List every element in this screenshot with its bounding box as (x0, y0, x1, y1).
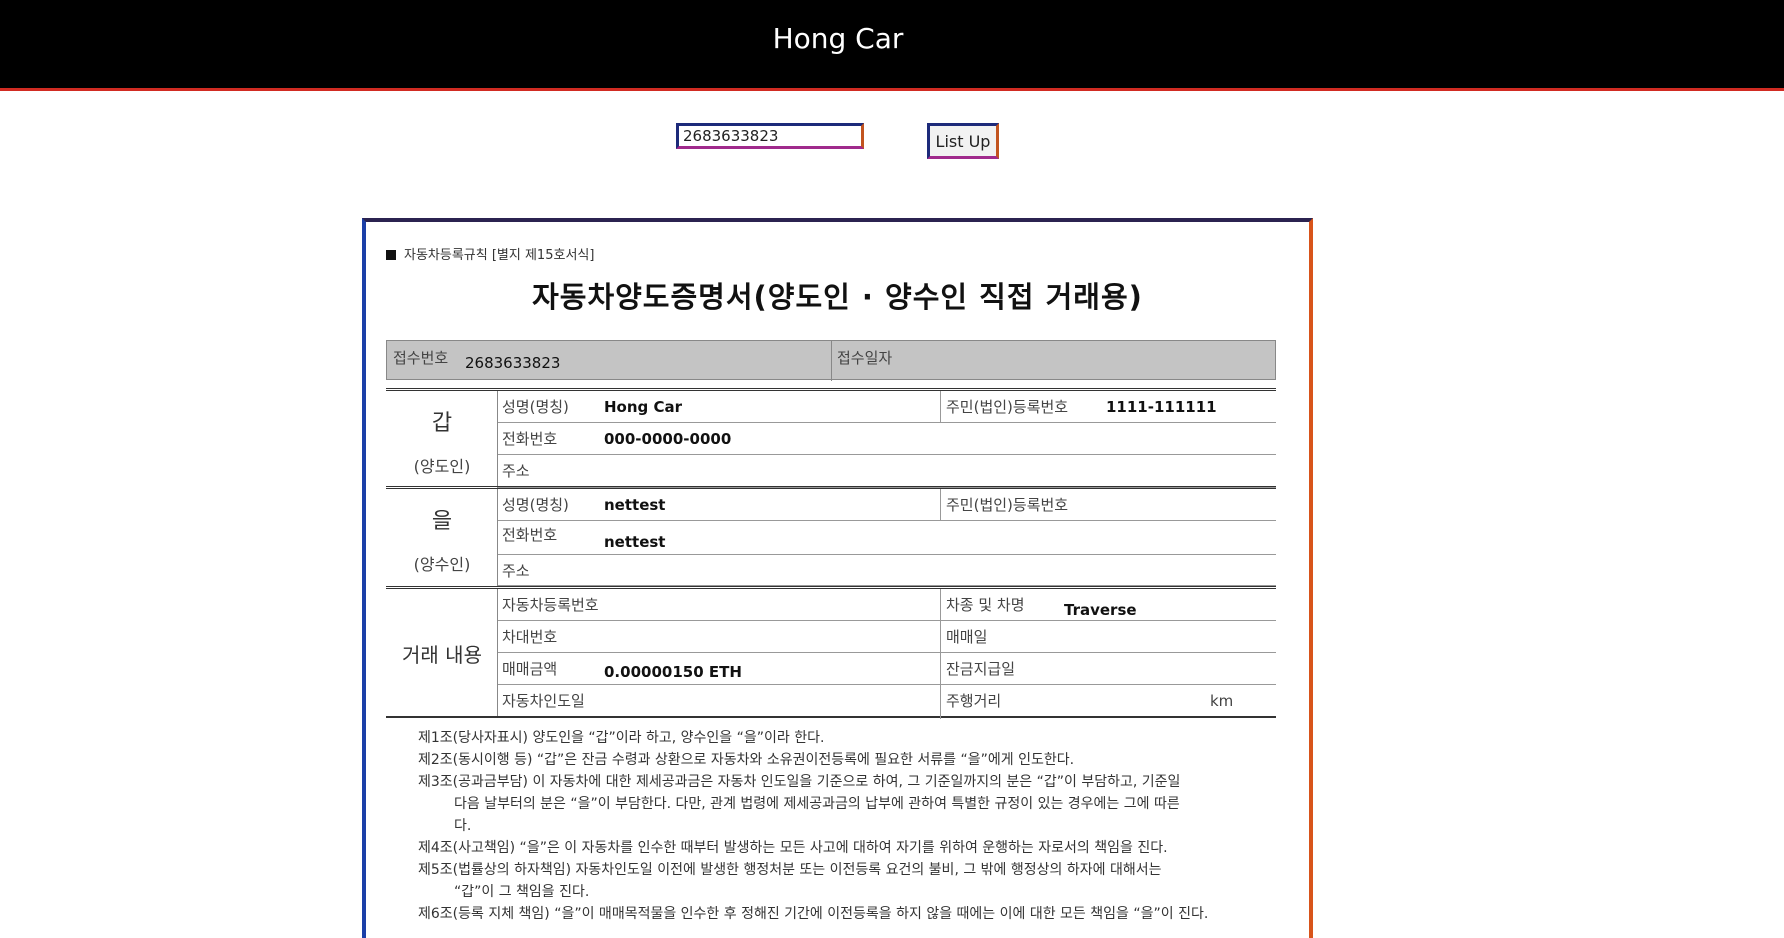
seller-name-value: Hong Car (604, 398, 683, 416)
seller-head: 갑 (양도인) (386, 391, 498, 488)
deal-head: 거래 내용 (386, 589, 498, 716)
transfer-certificate-document: 자동차등록규칙 [별지 제15호서식] 자동차양도증명서(양도인 · 양수인 직… (366, 222, 1309, 938)
clause-line: 제4조(사고책임) “을”은 이 자동차를 인수한 때부터 발생하는 모든 사고… (418, 840, 1168, 856)
reg-no-label: 자동차등록번호 (502, 596, 599, 614)
clause-line: 다. (454, 818, 472, 834)
seller-name-row: 성명(명칭) Hong Car 주민(법인)등록번호 1111-111111 (498, 391, 1276, 423)
buyer-head-sub: (양수인) (413, 555, 471, 574)
clause-line: 제1조(당사자표시) 양도인을 “갑”이라 하고, 양수인을 “을”이라 한다. (418, 730, 825, 746)
price-value: 0.00000150 ETH (604, 663, 742, 681)
buyer-phone-value: nettest (604, 533, 666, 551)
buyer-address-row: 주소 (498, 555, 1276, 586)
clause-line: 제2조(동시이행 등) “갑”은 잔금 수령과 상환으로 자동차와 소유권이전등… (418, 752, 1075, 768)
clause-line: 제6조(등록 지체 책임) “을”이 매매목적물을 인수한 후 정해진 기간에 … (418, 906, 1209, 922)
seller-head-title: 갑 (431, 411, 453, 436)
sale-date-label: 매매일 (946, 628, 988, 646)
form-rule-text: 자동차등록규칙 [별지 제15호서식] (404, 248, 595, 263)
buyer-section: 을 (양수인) 성명(명칭) nettest 주민(법인)등록번호 전화번호 n… (386, 486, 1276, 586)
buyer-col-divider (940, 489, 941, 521)
deal-row-3: 매매금액 0.00000150 ETH 잔금지급일 (498, 653, 1276, 685)
seller-address-label: 주소 (502, 462, 530, 480)
seller-phone-label: 전화번호 (502, 430, 558, 448)
form-rule-caption: 자동차등록규칙 [별지 제15호서식] (386, 244, 594, 263)
seller-col-divider (940, 391, 941, 423)
clause-line: 제3조(공과금부담) 이 자동차에 대한 제세공과금은 자동차 인도일을 기준으… (418, 774, 1181, 790)
deal-section: 거래 내용 자동차등록번호 차종 및 차명 Traverse 차대번호 매매일 … (386, 586, 1276, 719)
document-frame: 자동차등록규칙 [별지 제15호서식] 자동차양도증명서(양도인 · 양수인 직… (362, 218, 1313, 938)
seller-section: 갑 (양도인) 성명(명칭) Hong Car 주민(법인)등록번호 1111-… (386, 388, 1276, 488)
vin-label: 차대번호 (502, 628, 558, 646)
receipt-date-label: 접수일자 (837, 349, 893, 367)
mileage-label: 주행거리 (946, 692, 1002, 710)
price-label: 매매금액 (502, 660, 558, 678)
buyer-address-label: 주소 (502, 562, 530, 580)
buyer-head: 을 (양수인) (386, 489, 498, 586)
model-value: Traverse (1064, 601, 1137, 619)
buyer-id-label: 주민(법인)등록번호 (946, 496, 1069, 514)
model-label: 차종 및 차명 (946, 596, 1025, 614)
receipt-number-value: 2683633823 (465, 354, 561, 372)
app-header: Hong Car (0, 0, 1784, 91)
deal-row-1: 자동차등록번호 차종 및 차명 Traverse (498, 589, 1276, 621)
deal-row-4: 자동차인도일 주행거리 km (498, 685, 1276, 719)
seller-phone-row: 전화번호 000-0000-0000 (498, 423, 1276, 455)
receipt-number-label: 접수번호 (393, 349, 449, 367)
document-title: 자동차양도증명서(양도인 · 양수인 직접 거래용) (532, 280, 1143, 314)
seller-address-row: 주소 (498, 455, 1276, 488)
buyer-phone-label: 전화번호 (502, 526, 558, 544)
list-up-button[interactable]: List Up (927, 123, 999, 159)
balance-date-label: 잔금지급일 (946, 660, 1016, 678)
clause-line: “갑”이 그 책임을 진다. (454, 884, 590, 900)
receipt-divider (831, 341, 832, 381)
buyer-head-title: 을 (431, 509, 453, 534)
buyer-phone-row: 전화번호 nettest (498, 521, 1276, 555)
mileage-unit: km (1210, 692, 1234, 710)
buyer-name-row: 성명(명칭) nettest 주민(법인)등록번호 (498, 489, 1276, 521)
square-bullet-icon (386, 250, 396, 260)
clause-line: 제5조(법률상의 하자책임) 자동차인도일 이전에 발생한 행정처분 또는 이전… (418, 862, 1162, 878)
seller-phone-value: 000-0000-0000 (604, 430, 732, 448)
clause-line: 다음 날부터의 분은 “을”이 부담한다. 다만, 관계 법령에 제세공과금의 … (454, 796, 1180, 812)
app-title: Hong Car (772, 22, 904, 55)
seller-id-label: 주민(법인)등록번호 (946, 398, 1069, 416)
receipt-row: 접수번호 2683633823 접수일자 (386, 340, 1276, 381)
seller-name-label: 성명(명칭) (502, 398, 569, 416)
deal-head-title: 거래 내용 (402, 643, 482, 667)
buyer-name-value: nettest (604, 496, 666, 514)
delivery-date-label: 자동차인도일 (502, 692, 585, 710)
terms-clauses: 제1조(당사자표시) 양도인을 “갑”이라 하고, 양수인을 “을”이라 한다.… (418, 727, 1278, 925)
buyer-name-label: 성명(명칭) (502, 496, 569, 514)
seller-head-sub: (양도인) (413, 457, 471, 476)
seller-id-value: 1111-111111 (1106, 398, 1217, 416)
search-input[interactable] (676, 123, 864, 149)
deal-row-2: 차대번호 매매일 (498, 621, 1276, 653)
